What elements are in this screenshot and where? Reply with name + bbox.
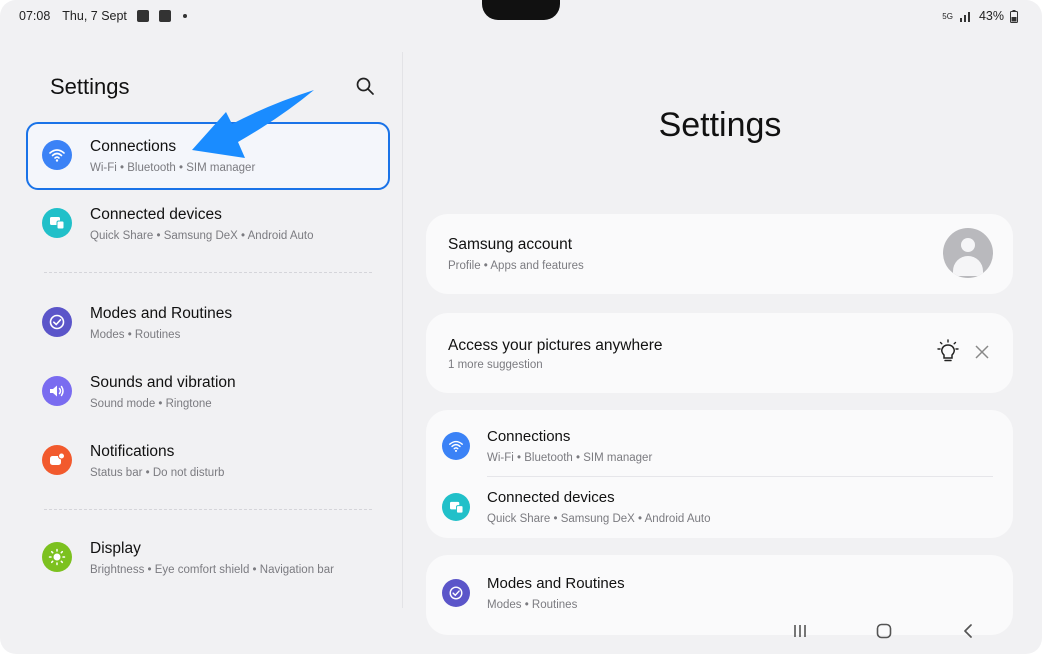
section-divider — [44, 272, 372, 273]
bell-badge-icon — [42, 445, 72, 475]
settings-row-connections[interactable]: Connections Wi-Fi • Bluetooth • SIM mana… — [426, 416, 1013, 476]
menu-item-title: Notifications — [90, 443, 175, 460]
status-bar: 07:08 Thu, 7 Sept 5G 43% — [0, 0, 1042, 32]
battery-icon — [1010, 9, 1018, 23]
recent-apps-icon — [794, 625, 806, 637]
battery-percent: 43% — [978, 9, 1004, 23]
menu-title: Settings — [50, 74, 130, 99]
check-circle-icon — [442, 579, 470, 607]
menu-item-subtitle: Status bar • Do not disturb — [90, 467, 225, 479]
menu-item-title: Display — [90, 540, 141, 557]
row-title: Modes and Routines — [487, 575, 625, 592]
status-date: Thu, 7 Sept — [62, 9, 127, 23]
settings-group-connections: Connections Wi-Fi • Bluetooth • SIM mana… — [426, 410, 1013, 538]
devices-icon — [442, 493, 470, 521]
menu-item-subtitle: Quick Share • Samsung DeX • Android Auto — [90, 230, 314, 242]
menu-item-notifications[interactable]: Notifications Status bar • Do not distur… — [26, 427, 390, 495]
more-notifications-dot — [182, 14, 187, 18]
close-icon[interactable] — [973, 343, 991, 361]
home-icon — [876, 623, 892, 639]
home-button[interactable] — [872, 620, 896, 642]
navigation-bar — [0, 608, 1042, 654]
wifi-icon — [42, 140, 72, 170]
menu-item-modes-routines[interactable]: Modes and Routines Modes • Routines — [26, 289, 390, 357]
recent-apps-button[interactable] — [788, 620, 812, 642]
checkbox-notification-icon — [158, 10, 171, 22]
settings-menu-pane: Settings Connections Wi-Fi • Bluetooth •… — [0, 32, 402, 608]
account-subtitle: Profile • Apps and features — [448, 260, 584, 272]
menu-item-subtitle: Wi-Fi • Bluetooth • SIM manager — [90, 162, 256, 174]
search-icon[interactable] — [355, 76, 375, 96]
menu-item-title: Sounds and vibration — [90, 374, 236, 391]
gallery-notification-icon — [136, 10, 149, 22]
account-title: Samsung account — [448, 236, 573, 253]
network-type: 5G — [942, 11, 953, 21]
status-right: 5G 43% — [942, 9, 1018, 23]
menu-item-subtitle: Sound mode • Ringtone — [90, 398, 212, 410]
avatar-head — [961, 238, 975, 252]
menu-item-sounds-vibration[interactable]: Sounds and vibration Sound mode • Ringto… — [26, 358, 390, 426]
tablet-screen: 07:08 Thu, 7 Sept 5G 43% Settings Connec… — [0, 0, 1042, 654]
section-divider — [44, 509, 372, 510]
pane-divider — [402, 52, 403, 608]
suggestion-card[interactable]: Access your pictures anywhere 1 more sug… — [426, 313, 1013, 393]
back-icon — [964, 624, 972, 638]
row-title: Connected devices — [487, 489, 615, 506]
status-time: 07:08 — [19, 9, 51, 23]
suggestion-subtitle: 1 more suggestion — [448, 359, 543, 371]
camera-notch — [482, 0, 560, 20]
menu-item-title: Modes and Routines — [90, 305, 233, 322]
menu-item-subtitle: Brightness • Eye comfort shield • Naviga… — [90, 564, 334, 576]
samsung-account-card[interactable]: Samsung account Profile • Apps and featu… — [426, 214, 1013, 294]
menu-item-connected-devices[interactable]: Connected devices Quick Share • Samsung … — [26, 190, 390, 258]
menu-item-connections[interactable]: Connections Wi-Fi • Bluetooth • SIM mana… — [26, 122, 390, 190]
lightbulb-icon — [937, 339, 959, 362]
back-button[interactable] — [956, 620, 980, 642]
wifi-icon — [442, 432, 470, 460]
speaker-icon — [42, 376, 72, 406]
page-title: Settings — [658, 106, 782, 144]
row-title: Connections — [487, 428, 571, 445]
check-circle-icon — [42, 307, 72, 337]
menu-item-display[interactable]: Display Brightness • Eye comfort shield … — [26, 524, 390, 592]
signal-icon — [959, 12, 970, 22]
row-subtitle: Quick Share • Samsung DeX • Android Auto — [487, 513, 711, 525]
menu-item-subtitle: Modes • Routines — [90, 329, 181, 341]
menu-item-title: Connections — [90, 138, 177, 155]
avatar[interactable] — [943, 228, 993, 278]
settings-row-connected-devices[interactable]: Connected devices Quick Share • Samsung … — [426, 477, 1013, 537]
suggestion-title: Access your pictures anywhere — [448, 337, 663, 354]
avatar-body — [953, 256, 983, 276]
devices-icon — [42, 208, 72, 238]
row-subtitle: Wi-Fi • Bluetooth • SIM manager — [487, 452, 653, 464]
menu-item-title: Connected devices — [90, 206, 222, 223]
sun-icon — [42, 542, 72, 572]
status-left: 07:08 Thu, 7 Sept — [19, 9, 187, 23]
